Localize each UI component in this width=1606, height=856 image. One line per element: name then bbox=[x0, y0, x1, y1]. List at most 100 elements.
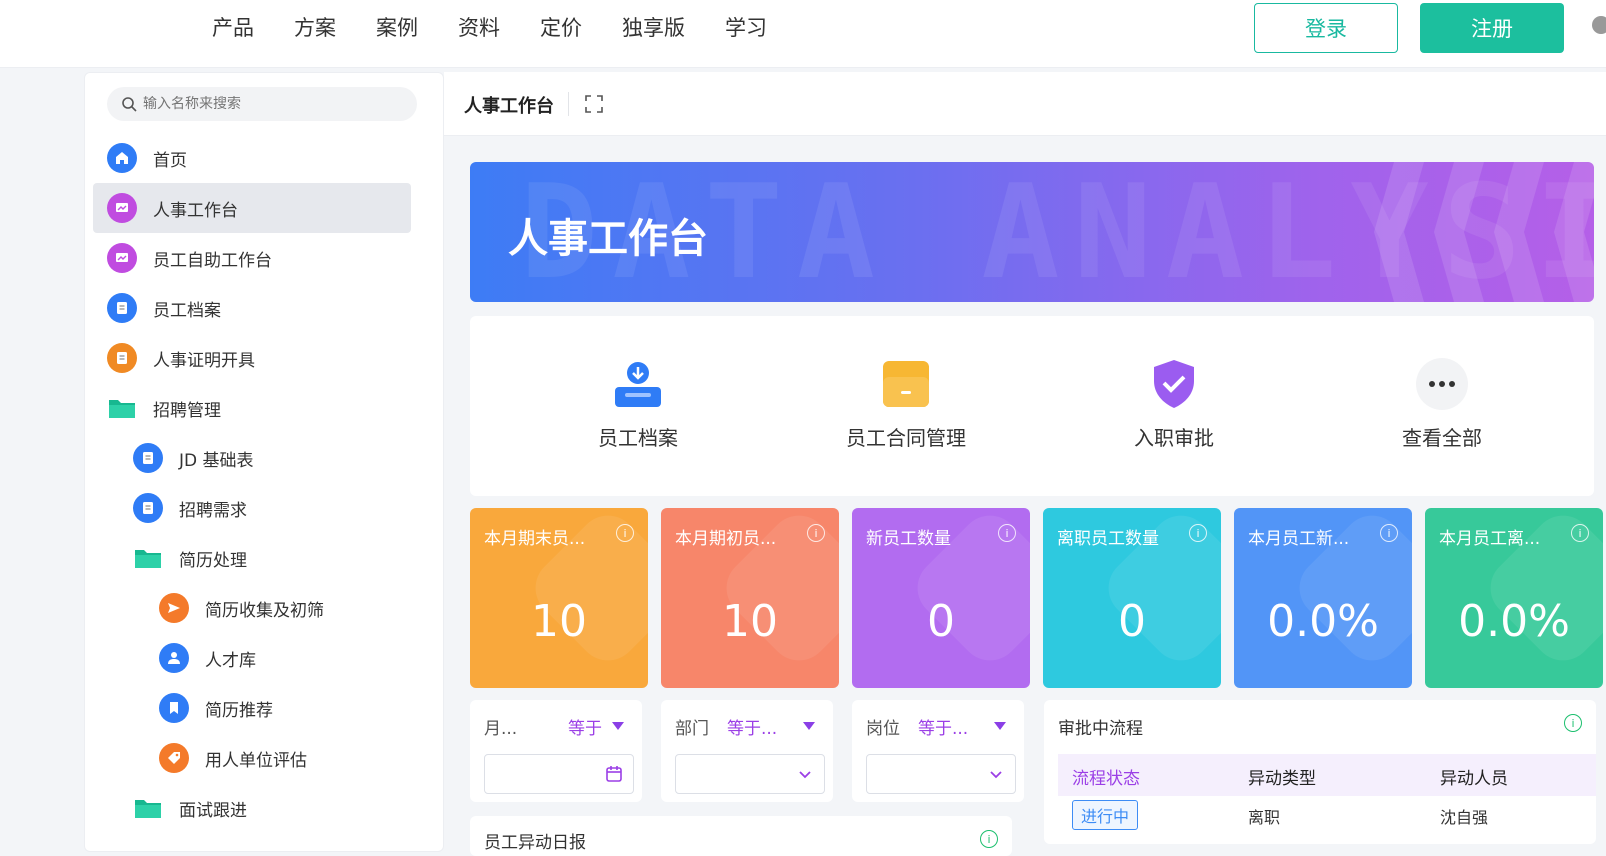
sidebar-search[interactable] bbox=[107, 87, 417, 121]
page-title: 人事工作台 bbox=[464, 96, 554, 117]
more-icon bbox=[1414, 356, 1470, 412]
filter-operator[interactable]: 等于... bbox=[918, 714, 968, 739]
stat-label: 本月期末员... bbox=[484, 529, 586, 549]
sidebar-item[interactable]: 用人单位评估 bbox=[159, 733, 307, 783]
caret-down-icon[interactable] bbox=[803, 722, 815, 730]
sidebar-item-label: 简历处理 bbox=[179, 550, 247, 571]
info-icon[interactable]: i bbox=[1189, 524, 1207, 542]
stat-label: 本月员工离... bbox=[1439, 529, 1541, 549]
quick-entry-employee-file[interactable]: 员工档案 bbox=[558, 356, 718, 451]
sidebar-item[interactable]: 招聘管理 bbox=[107, 383, 221, 433]
banner-title: 人事工作台 bbox=[508, 216, 708, 262]
info-icon[interactable]: i bbox=[1564, 714, 1582, 732]
filter-operator[interactable]: 等于 bbox=[568, 714, 602, 739]
filter-operator[interactable]: 等于... bbox=[727, 714, 777, 739]
folder-icon bbox=[135, 800, 161, 818]
sidebar-item-label: 首页 bbox=[153, 150, 187, 171]
caret-down-icon[interactable] bbox=[994, 722, 1006, 730]
stat-label: 新员工数量 bbox=[866, 529, 951, 549]
search-icon bbox=[122, 97, 137, 112]
daily-report-panel: 员工异动日报 i bbox=[470, 816, 1012, 856]
sidebar-item[interactable]: 员工自助工作台 bbox=[107, 233, 272, 283]
filter-label: 岗位 bbox=[866, 719, 900, 739]
nav-item-product[interactable]: 产品 bbox=[212, 14, 254, 42]
info-icon[interactable]: i bbox=[807, 524, 825, 542]
sidebar-item[interactable]: 简历处理 bbox=[133, 533, 247, 583]
sidebar-item[interactable]: JD 基础表 bbox=[133, 433, 254, 483]
fullscreen-icon[interactable] bbox=[584, 94, 604, 114]
document-icon bbox=[133, 493, 163, 523]
status-badge: 进行中 bbox=[1072, 800, 1139, 830]
cell-type: 离职 bbox=[1248, 808, 1281, 827]
main-nav: 产品 方案 案例 资料 定价 独享版 学习 bbox=[212, 14, 807, 42]
sidebar-item-label: 面试跟进 bbox=[179, 800, 247, 821]
report-title: 员工异动日报 bbox=[484, 833, 586, 853]
sidebar: 首页人事工作台员工自助工作台员工档案人事证明开具招聘管理 JD 基础表招聘需求简历… bbox=[84, 72, 444, 852]
sidebar-item[interactable]: 人才库 bbox=[159, 633, 256, 683]
info-icon[interactable]: i bbox=[998, 524, 1016, 542]
filter-label: 月... bbox=[484, 719, 518, 739]
approval-title: 审批中流程 bbox=[1058, 719, 1143, 739]
document-icon bbox=[107, 293, 137, 323]
sidebar-item[interactable]: 人事证明开具 bbox=[107, 333, 255, 383]
nav-item-case[interactable]: 案例 bbox=[376, 14, 418, 42]
sidebar-item-label: 员工自助工作台 bbox=[153, 250, 272, 271]
info-icon[interactable]: i bbox=[616, 524, 634, 542]
folder-icon bbox=[135, 550, 161, 568]
sidebar-item[interactable]: 简历收集及初筛 bbox=[159, 583, 324, 633]
table-header: 流程状态 异动类型 异动人员 bbox=[1058, 754, 1596, 796]
filter-department: 部门 等于... bbox=[661, 700, 833, 802]
date-picker[interactable] bbox=[484, 754, 634, 794]
department-select[interactable] bbox=[675, 754, 825, 794]
nav-item-dedicated[interactable]: 独享版 bbox=[622, 14, 685, 42]
sidebar-item-label: 人才库 bbox=[205, 650, 256, 671]
sidebar-item-label: 简历收集及初筛 bbox=[205, 600, 324, 621]
login-button[interactable]: 登录 bbox=[1254, 3, 1398, 53]
stat-card[interactable]: 本月期末员... i 10 bbox=[470, 508, 648, 688]
position-select[interactable] bbox=[866, 754, 1016, 794]
sidebar-item[interactable]: 首页 bbox=[107, 133, 187, 183]
info-icon[interactable]: i bbox=[1380, 524, 1398, 542]
sidebar-item[interactable]: 人事工作台 bbox=[93, 183, 411, 233]
search-input[interactable] bbox=[143, 96, 403, 112]
stat-value: 0.0% bbox=[1458, 596, 1570, 647]
shield-check-icon bbox=[1146, 356, 1202, 412]
info-icon[interactable]: i bbox=[980, 830, 998, 848]
caret-down-icon[interactable] bbox=[612, 722, 624, 730]
nav-item-resources[interactable]: 资料 bbox=[458, 14, 500, 42]
quick-entry-view-all[interactable]: 查看全部 bbox=[1362, 356, 1522, 451]
banner: DATA ANALYSIS 人事工作台 bbox=[470, 162, 1594, 302]
employee-file-icon bbox=[610, 356, 666, 412]
send-icon bbox=[159, 593, 189, 623]
sidebar-item[interactable]: 面试跟进 bbox=[133, 783, 247, 833]
stat-card[interactable]: 本月期初员... i 10 bbox=[661, 508, 839, 688]
sidebar-item[interactable]: 简历推荐 bbox=[159, 683, 273, 733]
stat-card[interactable]: 本月员工新... i 0.0% bbox=[1234, 508, 1412, 688]
stat-card[interactable]: 本月员工离... i 0.0% bbox=[1425, 508, 1603, 688]
stat-card[interactable]: 新员工数量 i 0 bbox=[852, 508, 1030, 688]
stat-card[interactable]: 离职员工数量 i 0 bbox=[1043, 508, 1221, 688]
document-icon bbox=[133, 443, 163, 473]
nav-item-solution[interactable]: 方案 bbox=[294, 14, 336, 42]
quick-entry-label: 员工合同管理 bbox=[846, 426, 966, 450]
column-header-person[interactable]: 异动人员 bbox=[1440, 764, 1508, 789]
folder-icon bbox=[109, 400, 135, 418]
info-icon[interactable]: i bbox=[1571, 524, 1589, 542]
quick-entry-onboarding-approval[interactable]: 入职审批 bbox=[1094, 356, 1254, 451]
dashboard-icon bbox=[107, 243, 137, 273]
sidebar-item[interactable]: 员工档案 bbox=[107, 283, 221, 333]
sidebar-item[interactable]: 招聘需求 bbox=[133, 483, 247, 533]
calendar-icon bbox=[606, 766, 622, 782]
stat-value: 0 bbox=[927, 596, 955, 647]
register-button[interactable]: 注册 bbox=[1420, 3, 1564, 53]
nav-item-pricing[interactable]: 定价 bbox=[540, 14, 582, 42]
column-header-status[interactable]: 流程状态 bbox=[1072, 764, 1140, 789]
globe-icon[interactable] bbox=[1592, 16, 1606, 34]
dashboard-icon bbox=[107, 193, 137, 223]
document-icon bbox=[107, 343, 137, 373]
quick-entry-label: 入职审批 bbox=[1134, 426, 1214, 450]
column-header-type[interactable]: 异动类型 bbox=[1248, 764, 1316, 789]
sidebar-item-label: 招聘需求 bbox=[179, 500, 247, 521]
nav-item-learn[interactable]: 学习 bbox=[725, 14, 767, 42]
quick-entry-contract[interactable]: 员工合同管理 bbox=[826, 356, 986, 451]
